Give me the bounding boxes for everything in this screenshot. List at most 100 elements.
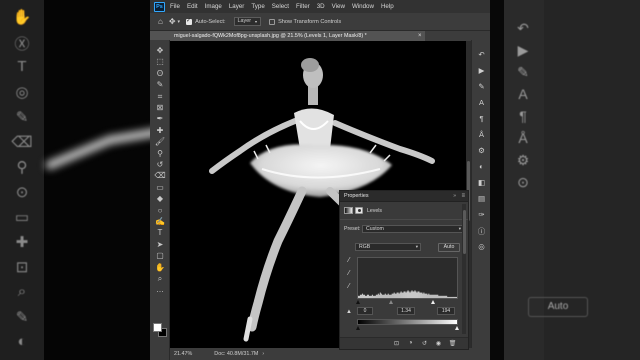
lasso-icon[interactable]: ʘ (153, 69, 167, 79)
healing-icon[interactable]: ✚ (153, 126, 167, 136)
document-tab[interactable]: miguel-salgado-fQWk2Mof8pg-unsplash.jpg … (170, 31, 425, 41)
menu-image[interactable]: Image (205, 3, 222, 10)
histogram-bar (358, 295, 361, 298)
dodge-icon[interactable]: ○ (153, 206, 167, 216)
move-tool-icon[interactable]: ✥ (169, 17, 176, 26)
glyphs-icon[interactable]: Å (475, 130, 488, 139)
properties-title[interactable]: Properties (344, 193, 369, 199)
levels-histogram (357, 257, 458, 299)
properties-panel: Properties » ≡ Levels Preset: Custom ▾ R… (339, 190, 469, 350)
character-icon[interactable]: A (475, 98, 488, 107)
output-black-handle[interactable] (355, 326, 360, 330)
histogram-bar (443, 295, 445, 298)
close-tab-icon[interactable]: × (418, 31, 422, 41)
white-point-eyedropper-icon[interactable]: ⁄ (345, 283, 353, 290)
properties-scrollbar[interactable] (462, 204, 466, 334)
paths-icon[interactable]: ✑ (475, 210, 488, 219)
clone-stamp-icon[interactable]: ⚲ (153, 149, 167, 159)
visibility-eye-icon[interactable]: ◉ (434, 340, 443, 347)
crop-icon[interactable]: ⌗ (153, 92, 167, 102)
auto-select-checkbox[interactable] (186, 17, 193, 25)
foreground-color-swatch[interactable] (153, 323, 162, 332)
histogram-bar (397, 292, 399, 298)
layer-mask-icon[interactable] (355, 207, 363, 214)
output-white-handle[interactable] (454, 326, 459, 330)
histogram-bar (402, 292, 404, 298)
gradient-icon[interactable]: ▭ (153, 183, 167, 193)
menu-file[interactable]: File (170, 3, 180, 10)
chevron-down-icon[interactable]: ▾ (178, 19, 181, 25)
artboard-icon[interactable]: ⬚ (153, 57, 167, 67)
menu-select[interactable]: Select (272, 3, 289, 10)
rectangle-icon[interactable]: ▢ (153, 251, 167, 261)
history-icon[interactable]: ↶ (475, 50, 488, 59)
gray-point-eyedropper-icon[interactable]: ⁄ (345, 270, 353, 277)
input-gamma-handle[interactable] (389, 300, 394, 304)
chevron-right-icon[interactable]: › (262, 351, 264, 357)
input-gamma-field[interactable]: 1.34 (397, 307, 415, 315)
eyedropper-icon[interactable]: ✒ (153, 114, 167, 124)
histogram-bar (399, 292, 401, 298)
preset-dropdown[interactable]: Custom ▾ (362, 225, 464, 233)
menu-view[interactable]: View (332, 3, 345, 10)
menu-edit[interactable]: Edit (187, 3, 198, 10)
histogram-bar (434, 294, 436, 298)
histogram-bar (366, 294, 368, 298)
info-icon[interactable]: ⓘ (475, 226, 488, 237)
menu-filter[interactable]: Filter (296, 3, 310, 10)
show-transform-checkbox[interactable] (269, 18, 276, 25)
scrollbar-thumb[interactable] (462, 210, 466, 254)
histogram-bar (454, 296, 456, 298)
histogram-bar (410, 291, 412, 298)
pen-icon[interactable]: ✍ (153, 217, 167, 227)
frame-icon[interactable]: ⊠ (153, 103, 167, 113)
menu-help[interactable]: Help (381, 3, 394, 10)
input-black-handle[interactable] (355, 300, 360, 304)
input-levels-slider[interactable] (355, 300, 457, 306)
clip-to-layer-icon[interactable]: ⊡ (392, 340, 401, 347)
output-levels-slider[interactable] (355, 326, 459, 331)
input-white-field[interactable]: 194 (437, 307, 455, 315)
quick-select-icon[interactable]: ✎ (153, 80, 167, 90)
auto-select-target-dropdown[interactable]: Layer ▾ (233, 17, 262, 26)
histogram-bar (401, 292, 403, 298)
path-select-icon[interactable]: ➤ (153, 240, 167, 250)
histogram-bar (436, 294, 438, 298)
eraser-icon[interactable]: ⌫ (153, 171, 167, 181)
input-white-handle[interactable] (430, 300, 435, 304)
libraries-icon[interactable]: ◎ (475, 242, 488, 251)
history-brush-icon[interactable]: ↺ (153, 160, 167, 170)
photoshop-logo-icon[interactable]: Ps (154, 1, 165, 12)
reset-adjustment-icon[interactable]: ↺ (420, 340, 429, 347)
channel-dropdown[interactable]: RGB ▾ (355, 243, 421, 251)
layers-icon[interactable]: ◧ (475, 178, 488, 187)
black-point-eyedropper-icon[interactable]: ⁄ (345, 257, 353, 264)
zoom-icon[interactable]: ⌕ (153, 274, 167, 284)
blur-icon[interactable]: ◆ (153, 194, 167, 204)
panel-menu-icon[interactable]: ≡ (461, 193, 465, 199)
brush-icon[interactable]: 🖌 (153, 137, 167, 147)
collapse-panel-icon[interactable]: » (453, 193, 456, 199)
input-black-field[interactable]: 0 (357, 307, 373, 315)
zoom-level[interactable]: 21.47% (174, 351, 192, 357)
menu-window[interactable]: Window (352, 3, 374, 10)
hand-icon[interactable]: ✋ (153, 263, 167, 273)
view-previous-state-icon[interactable]: ◑ (406, 340, 415, 346)
levels-adjustment-icon (344, 207, 353, 214)
home-icon[interactable]: ⌂ (158, 17, 163, 26)
histogram-bar (392, 293, 394, 298)
paragraph-icon[interactable]: ¶ (475, 114, 488, 123)
play-icon[interactable]: ▶ (475, 66, 488, 75)
delete-adjustment-icon[interactable]: 🗑 (448, 340, 457, 347)
move-icon[interactable]: ✥ (153, 46, 167, 56)
brush-settings-icon[interactable]: ✎ (475, 82, 488, 91)
more-tools-icon[interactable]: … (153, 285, 167, 295)
menu-layer[interactable]: Layer (229, 3, 244, 10)
menu-type[interactable]: Type (251, 3, 264, 10)
adjustments-icon[interactable]: ◐ (475, 162, 488, 171)
properties-icon[interactable]: ⚙ (475, 146, 488, 155)
menu-3d[interactable]: 3D (317, 3, 325, 10)
type-icon[interactable]: T (153, 228, 167, 238)
channels-icon[interactable]: ▤ (475, 194, 488, 203)
auto-button[interactable]: Auto (438, 243, 460, 252)
